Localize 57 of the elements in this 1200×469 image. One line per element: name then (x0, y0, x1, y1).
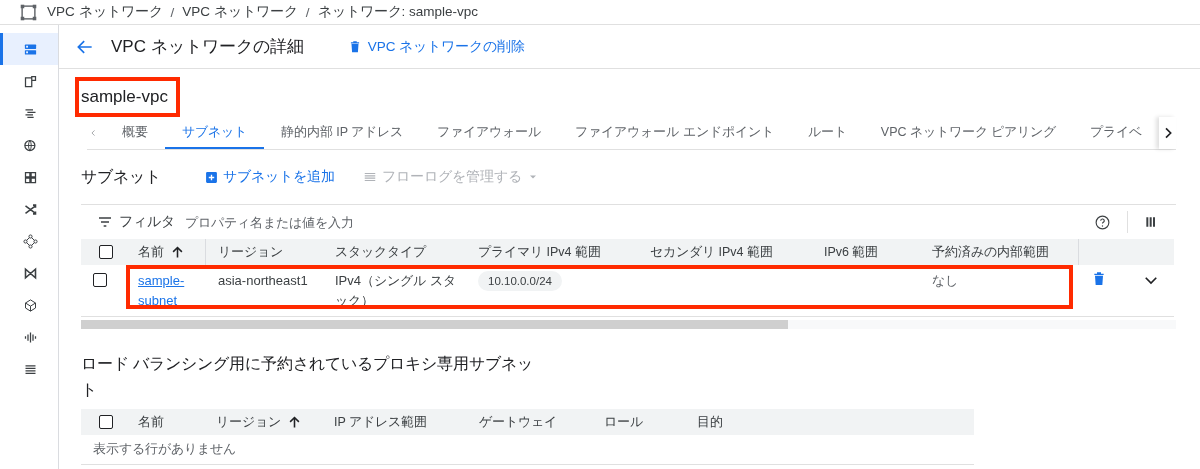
help-icon[interactable] (1094, 213, 1111, 231)
section-title: ロード バランシング用に予約されているプロキシ専用サブネット (81, 354, 535, 400)
filter-field[interactable]: プロパティ名または値を入力 (185, 210, 1088, 234)
horizontal-scrollbar[interactable] (81, 320, 1176, 329)
column-header[interactable]: プライマリ IPv4 範囲 (466, 239, 638, 265)
list-icon (363, 170, 377, 184)
cube-icon (23, 297, 38, 313)
filter-icon (97, 214, 113, 230)
column-header[interactable]: 名前 (126, 239, 206, 265)
breadcrumb-link[interactable]: VPC ネットワーク (182, 3, 298, 21)
breadcrumb-separator: / (305, 4, 310, 20)
network-product-icon (20, 3, 37, 21)
tab[interactable]: サブネット (164, 117, 264, 149)
select-all-checkbox[interactable] (99, 245, 113, 259)
tab[interactable]: プライベ (1073, 117, 1160, 149)
column-header[interactable]: 予約済みの内部範囲 (920, 239, 1079, 265)
trash-icon[interactable] (1091, 271, 1107, 287)
column-header[interactable]: ゲートウェイ (467, 409, 592, 435)
column-header[interactable]: IP アドレス範囲 (322, 409, 467, 435)
delete-network-button[interactable]: VPC ネットワークの削除 (343, 33, 530, 60)
column-header[interactable]: スタックタイプ (323, 239, 466, 265)
subnet-name-link[interactable]: sample-subnet (138, 271, 198, 310)
scroll-right-button[interactable] (1159, 117, 1176, 149)
page-title: VPC ネットワークの詳細 (111, 36, 304, 58)
column-header[interactable]: 目的 (685, 409, 974, 435)
shuffle-icon (23, 201, 38, 217)
table-cell: なし (920, 265, 1079, 317)
tab[interactable]: 概要 (107, 117, 165, 149)
breadcrumb-link[interactable]: ネットワーク: sample-vpc (317, 3, 479, 21)
column-header[interactable]: 名前 (126, 409, 204, 435)
add-icon (205, 170, 218, 184)
breadcrumb-link[interactable]: VPC ネットワーク (47, 3, 163, 21)
section-title: サブネット (81, 166, 161, 187)
breadcrumb-separator: / (170, 4, 175, 20)
window-icon (23, 73, 38, 89)
empty-message: 表示する行がありません (81, 435, 974, 465)
tab[interactable]: ファイアウォール (420, 117, 559, 149)
select-all-checkbox[interactable] (99, 415, 113, 429)
ip-range-chip: 10.10.0.0/24 (478, 271, 562, 291)
tab[interactable]: ファイアウォール エンドポイント (558, 117, 791, 149)
add-subnet-button[interactable]: サブネットを追加 (201, 164, 339, 190)
table-cell: asia-northeast1 (206, 265, 323, 317)
bowtie-icon (23, 265, 38, 281)
row-checkbox[interactable] (93, 273, 107, 287)
nodes-icon (23, 233, 38, 249)
globe-icon (23, 137, 38, 153)
tab[interactable]: 静的内部 IP アドレス (263, 117, 421, 149)
column-header[interactable]: IPv6 範囲 (812, 239, 920, 265)
tab[interactable]: VPC ネットワーク ピアリング (863, 117, 1074, 149)
column-header[interactable]: ロール (592, 409, 685, 435)
column-header[interactable]: セカンダリ IPv4 範囲 (638, 239, 812, 265)
column-header[interactable]: リージョン (206, 239, 323, 265)
scrollbar-thumb[interactable] (81, 320, 788, 329)
filter-label: フィルタ (119, 213, 175, 231)
tab[interactable]: ルート (790, 117, 864, 149)
column-header[interactable]: リージョン (204, 409, 322, 435)
grid-icon (23, 169, 38, 185)
